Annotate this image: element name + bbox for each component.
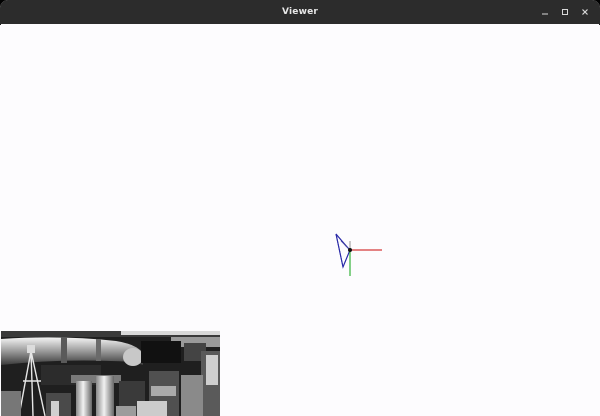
camera-image [1,331,220,416]
minimize-button[interactable] [536,3,554,21]
camera-feed-thumbnail [1,331,220,416]
close-button[interactable] [576,3,594,21]
title-bar[interactable]: Viewer [0,0,600,25]
window-title: Viewer [281,7,319,17]
origin-point [348,248,352,252]
maximize-button[interactable] [556,3,574,21]
camera-frustum [335,233,351,269]
viewer-window: Viewer [0,0,600,416]
maximize-icon [562,9,568,15]
window-controls [536,0,594,24]
close-icon [582,9,588,15]
minimize-icon [542,13,548,15]
